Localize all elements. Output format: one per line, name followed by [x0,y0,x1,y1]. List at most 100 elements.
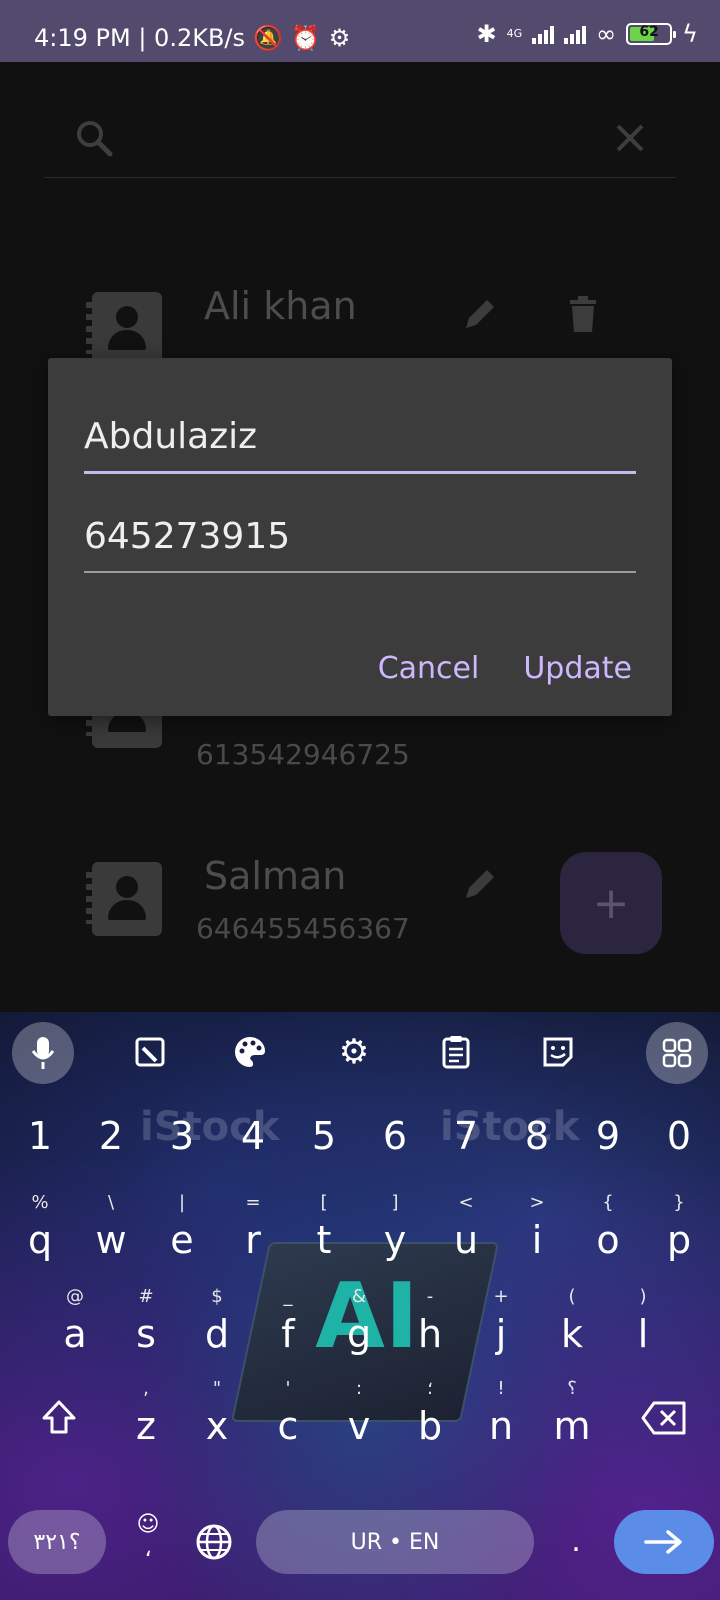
shift-key[interactable] [22,1372,92,1462]
emoji-key[interactable]: ☺ ، [128,1512,168,1576]
clipboard-icon [442,1036,470,1069]
key-h[interactable]: -h [395,1280,465,1370]
enter-arrow-icon [644,1530,682,1554]
key-4[interactable]: 4 [218,1096,288,1186]
keyboard-settings-button[interactable]: ⚙ [326,1024,382,1080]
keyboard: AI iStock iStock ⚙ 1 2 3 4 5 6 7 8 9 0 %… [0,1012,720,1600]
key-w[interactable]: \ w [76,1186,146,1276]
cancel-button[interactable]: Cancel [378,651,480,686]
key-y[interactable]: ] y [360,1186,430,1276]
key-u[interactable]: < u [431,1186,501,1276]
key-f[interactable]: _ f [253,1280,323,1370]
microphone-icon [31,1037,55,1069]
contact-name: Ali khan [204,284,357,328]
palette-icon [235,1037,265,1067]
search-icon[interactable] [74,118,114,158]
key-q[interactable]: % q [5,1186,75,1276]
search-bar[interactable] [44,100,676,178]
key-n[interactable]: ! n [466,1372,536,1462]
backspace-icon [641,1401,686,1435]
key-p[interactable]: } p [644,1186,714,1276]
key-k[interactable]: (k [537,1280,607,1370]
contact-phone: 646455456367 [196,912,410,945]
key-m[interactable]: ؟ m [537,1372,607,1462]
space-bar-label: UR • EN [350,1529,440,1555]
close-icon[interactable] [610,118,650,158]
bluetooth-icon: ✱ [476,20,497,48]
key-x[interactable]: " x [182,1372,252,1462]
delete-trash-icon[interactable] [566,294,600,334]
contact-book-icon [86,862,162,936]
backspace-key[interactable] [626,1372,702,1462]
key-9[interactable]: 9 [573,1096,643,1186]
key-2[interactable]: 2 [76,1096,146,1186]
charging-bolt-icon: ϟ [682,20,698,48]
add-label: + [592,877,630,929]
emoji-key-sub: ، [144,1537,152,1562]
edit-contact-dialog: Abdulaziz 645273915 Cancel Update [48,358,672,716]
shift-arrow-icon [42,1400,76,1434]
hotspot-link-icon: ∞ [596,20,617,48]
grid-icon [662,1038,692,1068]
key-i[interactable]: > i [502,1186,572,1276]
key-0[interactable]: 0 [644,1096,714,1186]
key-1[interactable]: 1 [5,1096,75,1186]
contact-name: Salman [204,854,347,898]
clipboard-button[interactable] [428,1024,484,1080]
edit-pencil-icon[interactable] [460,294,500,334]
key-a[interactable]: @ a [40,1280,110,1370]
phone-field[interactable]: 645273915 [84,516,636,573]
update-button[interactable]: Update [523,651,632,686]
status-time: 4:19 PM | 0.2KB/s [34,24,246,52]
voice-input-button[interactable] [12,1022,74,1084]
globe-icon [196,1524,232,1560]
key-s[interactable]: # s [111,1280,181,1370]
signal-strength-2-icon [564,24,587,44]
contact-book-icon [86,292,162,366]
mute-notification-icon: 🔕 [253,24,283,52]
period-label: . [571,1524,581,1559]
key-z[interactable]: ,z [111,1372,181,1462]
keyboard-toolbar: ⚙ [0,1012,720,1092]
key-c[interactable]: ' c [253,1372,323,1462]
key-d[interactable]: $ d [182,1280,252,1370]
theme-button[interactable] [222,1024,278,1080]
key-6[interactable]: 6 [360,1096,430,1186]
settings-gear-icon: ⚙ [328,24,351,52]
key-8[interactable]: 8 [502,1096,572,1186]
key-3[interactable]: 3 [147,1096,217,1186]
key-7[interactable]: 7 [431,1096,501,1186]
sticker-button[interactable] [530,1024,586,1080]
add-contact-button[interactable]: + [560,852,662,954]
key-v[interactable]: :v [324,1372,394,1462]
name-field[interactable]: Abdulaziz [84,416,636,474]
letter-row-1: % q \ w | e = r [t ] y < u > i {o } p [0,1186,720,1276]
gear-icon: ⚙ [338,1032,370,1072]
handwriting-button[interactable] [122,1024,178,1080]
handwriting-icon [135,1037,165,1067]
language-switch-key[interactable] [194,1522,234,1562]
edit-pencil-icon[interactable] [460,864,500,904]
symbols-label: ؟٣٢١ [33,1529,81,1555]
number-row: 1 2 3 4 5 6 7 8 9 0 [0,1096,720,1186]
more-apps-button[interactable] [646,1022,708,1084]
key-o[interactable]: {o [573,1186,643,1276]
letter-row-2: @ a # s $ d _ f & g -h + j (k ) l [0,1280,720,1370]
key-5[interactable]: 5 [289,1096,359,1186]
key-l[interactable]: ) l [608,1280,678,1370]
key-e[interactable]: | e [147,1186,217,1276]
contact-phone: 613542946725 [196,738,410,771]
signal-strength-icon [532,24,555,44]
key-g[interactable]: & g [324,1280,394,1370]
key-b[interactable]: ؛ b [395,1372,465,1462]
status-bar: 4:19 PM | 0.2KB/s 🔕 ⏰ ⚙ ✱ 4G ∞ 62 ϟ [0,0,720,62]
period-key[interactable]: . [556,1524,596,1559]
key-r[interactable]: = r [218,1186,288,1276]
key-t[interactable]: [t [289,1186,359,1276]
enter-key[interactable] [614,1510,714,1574]
battery-icon: 62 [626,23,677,45]
key-j[interactable]: + j [466,1280,536,1370]
space-bar[interactable]: UR • EN [256,1510,534,1574]
letter-row-3: ,z " x ' c :v ؛ b ! n ؟ m [0,1372,720,1462]
symbols-key[interactable]: ؟٣٢١ [8,1510,106,1574]
